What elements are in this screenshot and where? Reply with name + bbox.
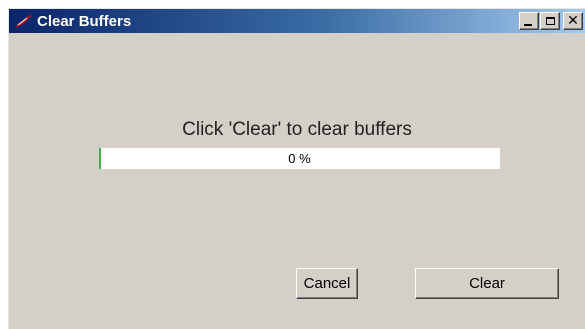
window-controls: ✕ xyxy=(518,12,583,30)
title-bar[interactable]: Clear Buffers ✕ xyxy=(9,9,585,33)
progress-bar: 0 % xyxy=(99,148,500,169)
clear-button[interactable]: Clear xyxy=(415,268,559,299)
maximize-icon xyxy=(545,17,555,25)
close-icon: ✕ xyxy=(567,13,579,29)
instruction-text: Click 'Clear' to clear buffers xyxy=(182,119,412,140)
minimize-icon xyxy=(524,24,532,26)
clear-buffers-window: Clear Buffers ✕ Click 'Clear' to clear b… xyxy=(8,8,585,329)
minimize-button[interactable] xyxy=(519,12,539,30)
close-button[interactable]: ✕ xyxy=(563,12,583,30)
tk-feather-icon xyxy=(13,12,35,30)
progress-percent-label: 0 % xyxy=(288,151,311,166)
maximize-button[interactable] xyxy=(540,12,560,30)
cancel-button[interactable]: Cancel xyxy=(296,268,358,299)
window-title: Clear Buffers xyxy=(37,12,132,30)
